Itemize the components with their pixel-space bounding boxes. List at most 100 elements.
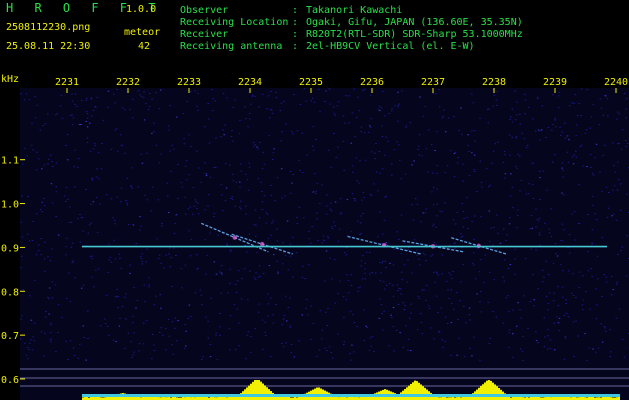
noise-speck [132, 98, 134, 100]
signal-baseline-segment [190, 394, 192, 397]
noise-speck [584, 333, 586, 335]
noise-speck [308, 230, 310, 232]
noise-speck [489, 271, 491, 273]
signal-baseline-segment [316, 394, 318, 397]
noise-speck [392, 295, 395, 297]
noise-speck [517, 209, 519, 211]
noise-speck [279, 110, 281, 111]
noise-speck [360, 233, 362, 234]
noise-speck [141, 263, 143, 265]
noise-speck [369, 126, 372, 128]
noise-speck [290, 130, 293, 132]
noise-speck [448, 272, 450, 274]
noise-speck [454, 151, 457, 153]
noise-speck [504, 154, 506, 156]
noise-speck [492, 105, 495, 107]
noise-speck [334, 302, 336, 304]
noise-speck [592, 174, 595, 176]
noise-speck [131, 356, 133, 358]
noise-speck [207, 194, 210, 196]
noise-speck [44, 205, 46, 207]
noise-speck [581, 304, 584, 306]
noise-speck [267, 95, 270, 97]
noise-speck [437, 311, 439, 313]
noise-speck [121, 306, 124, 307]
noise-speck [460, 281, 462, 283]
noise-speck [517, 302, 519, 304]
noise-speck [160, 307, 162, 309]
noise-speck [479, 160, 481, 162]
noise-speck [591, 276, 593, 277]
noise-speck [108, 243, 110, 245]
signal-baseline-segment [198, 394, 200, 397]
noise-speck [43, 197, 45, 199]
signal-baseline-segment [618, 394, 620, 397]
noise-speck [596, 219, 598, 221]
noise-speck [82, 325, 84, 327]
noise-speck [151, 132, 153, 134]
y-tick-label: 0.7 [1, 331, 19, 342]
noise-speck [511, 108, 513, 110]
noise-speck [283, 315, 286, 317]
noise-speck [329, 202, 332, 204]
noise-speck [292, 276, 294, 278]
signal-baseline-segment [328, 394, 330, 397]
app-version: 1.0.0 [126, 4, 157, 15]
noise-speck [31, 240, 34, 241]
signal-baseline-segment [158, 394, 160, 397]
field-label-antenna: Receiving antenna [180, 41, 283, 52]
signal-baseline-segment [552, 394, 554, 397]
noise-speck [362, 213, 364, 214]
noise-speck [131, 187, 134, 189]
noise-speck [235, 292, 238, 293]
noise-speck [324, 101, 326, 102]
noise-speck [542, 269, 544, 271]
noise-speck [138, 343, 141, 345]
noise-speck [398, 248, 401, 250]
signal-baseline-segment [462, 394, 464, 397]
signal-baseline-segment [264, 394, 266, 397]
signal-baseline-segment [520, 394, 522, 397]
noise-speck [238, 345, 240, 347]
noise-speck [348, 122, 350, 124]
noise-speck [87, 310, 89, 312]
noise-speck [391, 107, 393, 109]
noise-speck [626, 235, 628, 237]
signal-strength-bar [280, 396, 282, 400]
noise-speck [120, 144, 123, 146]
noise-speck [187, 317, 189, 319]
noise-speck [183, 143, 186, 145]
noise-speck [523, 295, 525, 297]
noise-speck [47, 163, 49, 165]
noise-speck [282, 346, 285, 348]
noise-speck [441, 273, 443, 275]
noise-speck [496, 91, 498, 93]
signal-baseline-segment [230, 394, 232, 397]
signal-baseline-segment [250, 394, 252, 397]
noise-speck [620, 250, 622, 252]
noise-speck [384, 196, 386, 198]
noise-speck [247, 189, 250, 191]
noise-speck [326, 325, 328, 326]
noise-speck [116, 89, 118, 90]
signal-baseline-segment [570, 394, 572, 397]
noise-speck [402, 302, 404, 304]
noise-speck [393, 149, 395, 151]
noise-speck [328, 346, 331, 348]
noise-speck [575, 320, 577, 322]
signal-baseline-segment [88, 394, 90, 397]
signal-baseline-segment [256, 394, 258, 397]
noise-speck [81, 217, 84, 218]
noise-speck [230, 249, 232, 251]
noise-speck [56, 113, 58, 115]
noise-speck [112, 339, 115, 341]
noise-speck [578, 287, 581, 289]
noise-speck [487, 301, 490, 303]
signal-baseline-segment [376, 394, 378, 397]
noise-speck [369, 125, 371, 127]
noise-speck [145, 320, 148, 322]
noise-speck [512, 356, 514, 358]
noise-speck [280, 102, 283, 104]
signal-baseline-segment [308, 394, 310, 397]
noise-speck [519, 123, 521, 125]
